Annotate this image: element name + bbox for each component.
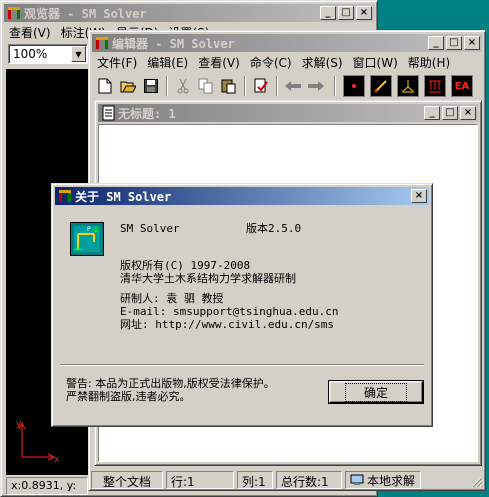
product-logo-icon: P — [70, 222, 104, 256]
minimize-button[interactable]: _ — [320, 6, 336, 20]
toolbar-divider — [244, 76, 246, 96]
close-button[interactable]: × — [464, 36, 480, 50]
computer-icon — [350, 474, 364, 485]
close-button[interactable]: × — [356, 6, 372, 20]
website-text: 网址: http://www.civil.edu.cn/sms — [120, 318, 335, 331]
arrow-left-icon[interactable] — [282, 75, 304, 97]
menu-window[interactable]: 窗口(W) — [348, 54, 403, 71]
ok-button-label: 确定 — [344, 382, 407, 402]
print-check-icon[interactable] — [250, 75, 272, 97]
status-doc: 整个文档 — [91, 471, 163, 489]
resize-grip-icon[interactable] — [471, 476, 483, 488]
menu-file[interactable]: 文件(F) — [92, 54, 142, 71]
ok-button[interactable]: 确定 — [328, 380, 424, 404]
status-col: 列:1 — [237, 471, 273, 489]
organization-text: 清华大学土木系结构力学求解器研制 — [120, 272, 296, 285]
about-dialog: 关于 SM Solver × P SM Solver 版本2.5.0 版权所有(… — [51, 183, 433, 427]
document-title: 无标题: 1 — [118, 106, 176, 121]
app-icon — [59, 190, 71, 202]
viewer-titlebar[interactable]: 观览器 - SM Solver _ □ × — [4, 4, 374, 22]
status-row: 行:1 — [166, 471, 234, 489]
toolbar-divider — [276, 76, 278, 96]
element-tool-icon[interactable] — [370, 75, 392, 97]
node-tool-icon[interactable] — [343, 75, 365, 97]
copy-icon[interactable] — [195, 75, 217, 97]
menu-command[interactable]: 命令(C) — [245, 54, 297, 71]
editor-toolbar: EA — [94, 74, 482, 98]
developer-text: 研制人: 袁 驷 教授 — [120, 292, 224, 305]
warning-text: 警告: 本品为正式出版物,版权受法律保护。 严禁翻制盗版,违者必究。 — [66, 377, 275, 403]
document-titlebar[interactable]: 无标题: 1 _ □ × — [98, 104, 478, 122]
minimize-button[interactable]: _ — [428, 36, 444, 50]
email-text: E-mail: smsupport@tsinghua.edu.cn — [120, 305, 339, 318]
warning-line-2: 严禁翻制盗版,违者必究。 — [66, 390, 191, 403]
about-titlebar[interactable]: 关于 SM Solver × — [55, 187, 429, 205]
maximize-button[interactable]: □ — [338, 6, 354, 20]
paste-icon[interactable] — [218, 75, 240, 97]
axis-x-label: x — [54, 455, 60, 465]
about-content: SM Solver 版本2.5.0 版权所有(C) 1997-2008 清华大学… — [120, 222, 339, 331]
minimize-button[interactable]: _ — [424, 106, 440, 120]
close-button[interactable]: × — [411, 189, 427, 203]
warning-line-1: 警告: 本品为正式出版物,版权受法律保护。 — [66, 377, 275, 390]
viewer-statusbar: x:0.8931, y: — [6, 477, 88, 495]
axis-y-label: y — [16, 419, 22, 429]
status-solve: 本地求解 — [345, 471, 421, 489]
toolbar-divider — [334, 76, 336, 96]
status-solve-label: 本地求解 — [367, 473, 416, 488]
editor-statusbar: 整个文档 行:1 列:1 总行数:1 本地求解 — [91, 471, 421, 489]
toolbar-divider — [166, 76, 168, 96]
app-icon — [8, 7, 20, 19]
coord-readout: x:0.8931, y: — [6, 477, 88, 495]
product-name: SM Solver — [120, 222, 180, 235]
support-tool-icon[interactable] — [397, 75, 419, 97]
about-title: 关于 SM Solver — [75, 189, 172, 204]
copyright-text: 版权所有(C) 1997-2008 — [120, 259, 251, 272]
load-tool-icon[interactable] — [424, 75, 446, 97]
zoom-select[interactable]: 100% ▼ — [8, 44, 88, 64]
maximize-button[interactable]: □ — [442, 106, 458, 120]
editor-menubar: 文件(F) 编辑(E) 查看(V) 命令(C) 求解(S) 窗口(W) 帮助(H… — [92, 53, 482, 71]
new-file-icon[interactable] — [94, 75, 116, 97]
cut-icon[interactable] — [172, 75, 194, 97]
chevron-down-icon[interactable]: ▼ — [71, 46, 86, 62]
document-icon — [102, 105, 115, 121]
menu-solve[interactable]: 求解(S) — [297, 54, 348, 71]
zoom-value: 100% — [13, 47, 48, 61]
menu-view[interactable]: 查看(V) — [193, 54, 245, 71]
version-label: 版本2.5.0 — [246, 222, 302, 235]
save-icon[interactable] — [140, 75, 162, 97]
menu-edit[interactable]: 编辑(E) — [142, 54, 193, 71]
maximize-button[interactable]: □ — [446, 36, 462, 50]
viewer-title: 观览器 - SM Solver — [24, 6, 147, 21]
editor-title: 编辑器 - SM Solver — [112, 36, 235, 51]
editor-titlebar[interactable]: 编辑器 - SM Solver _ □ × — [92, 34, 482, 52]
divider — [60, 364, 424, 366]
app-icon — [96, 37, 108, 49]
menu-view[interactable]: 查看(V) — [4, 24, 56, 41]
close-button[interactable]: × — [460, 106, 476, 120]
status-total: 总行数:1 — [276, 471, 342, 489]
svg-text:P: P — [87, 226, 91, 233]
menu-help[interactable]: 帮助(H) — [403, 54, 455, 71]
open-folder-icon[interactable] — [117, 75, 139, 97]
ea-tool-icon[interactable]: EA — [451, 75, 473, 97]
arrow-right-icon[interactable] — [305, 75, 327, 97]
